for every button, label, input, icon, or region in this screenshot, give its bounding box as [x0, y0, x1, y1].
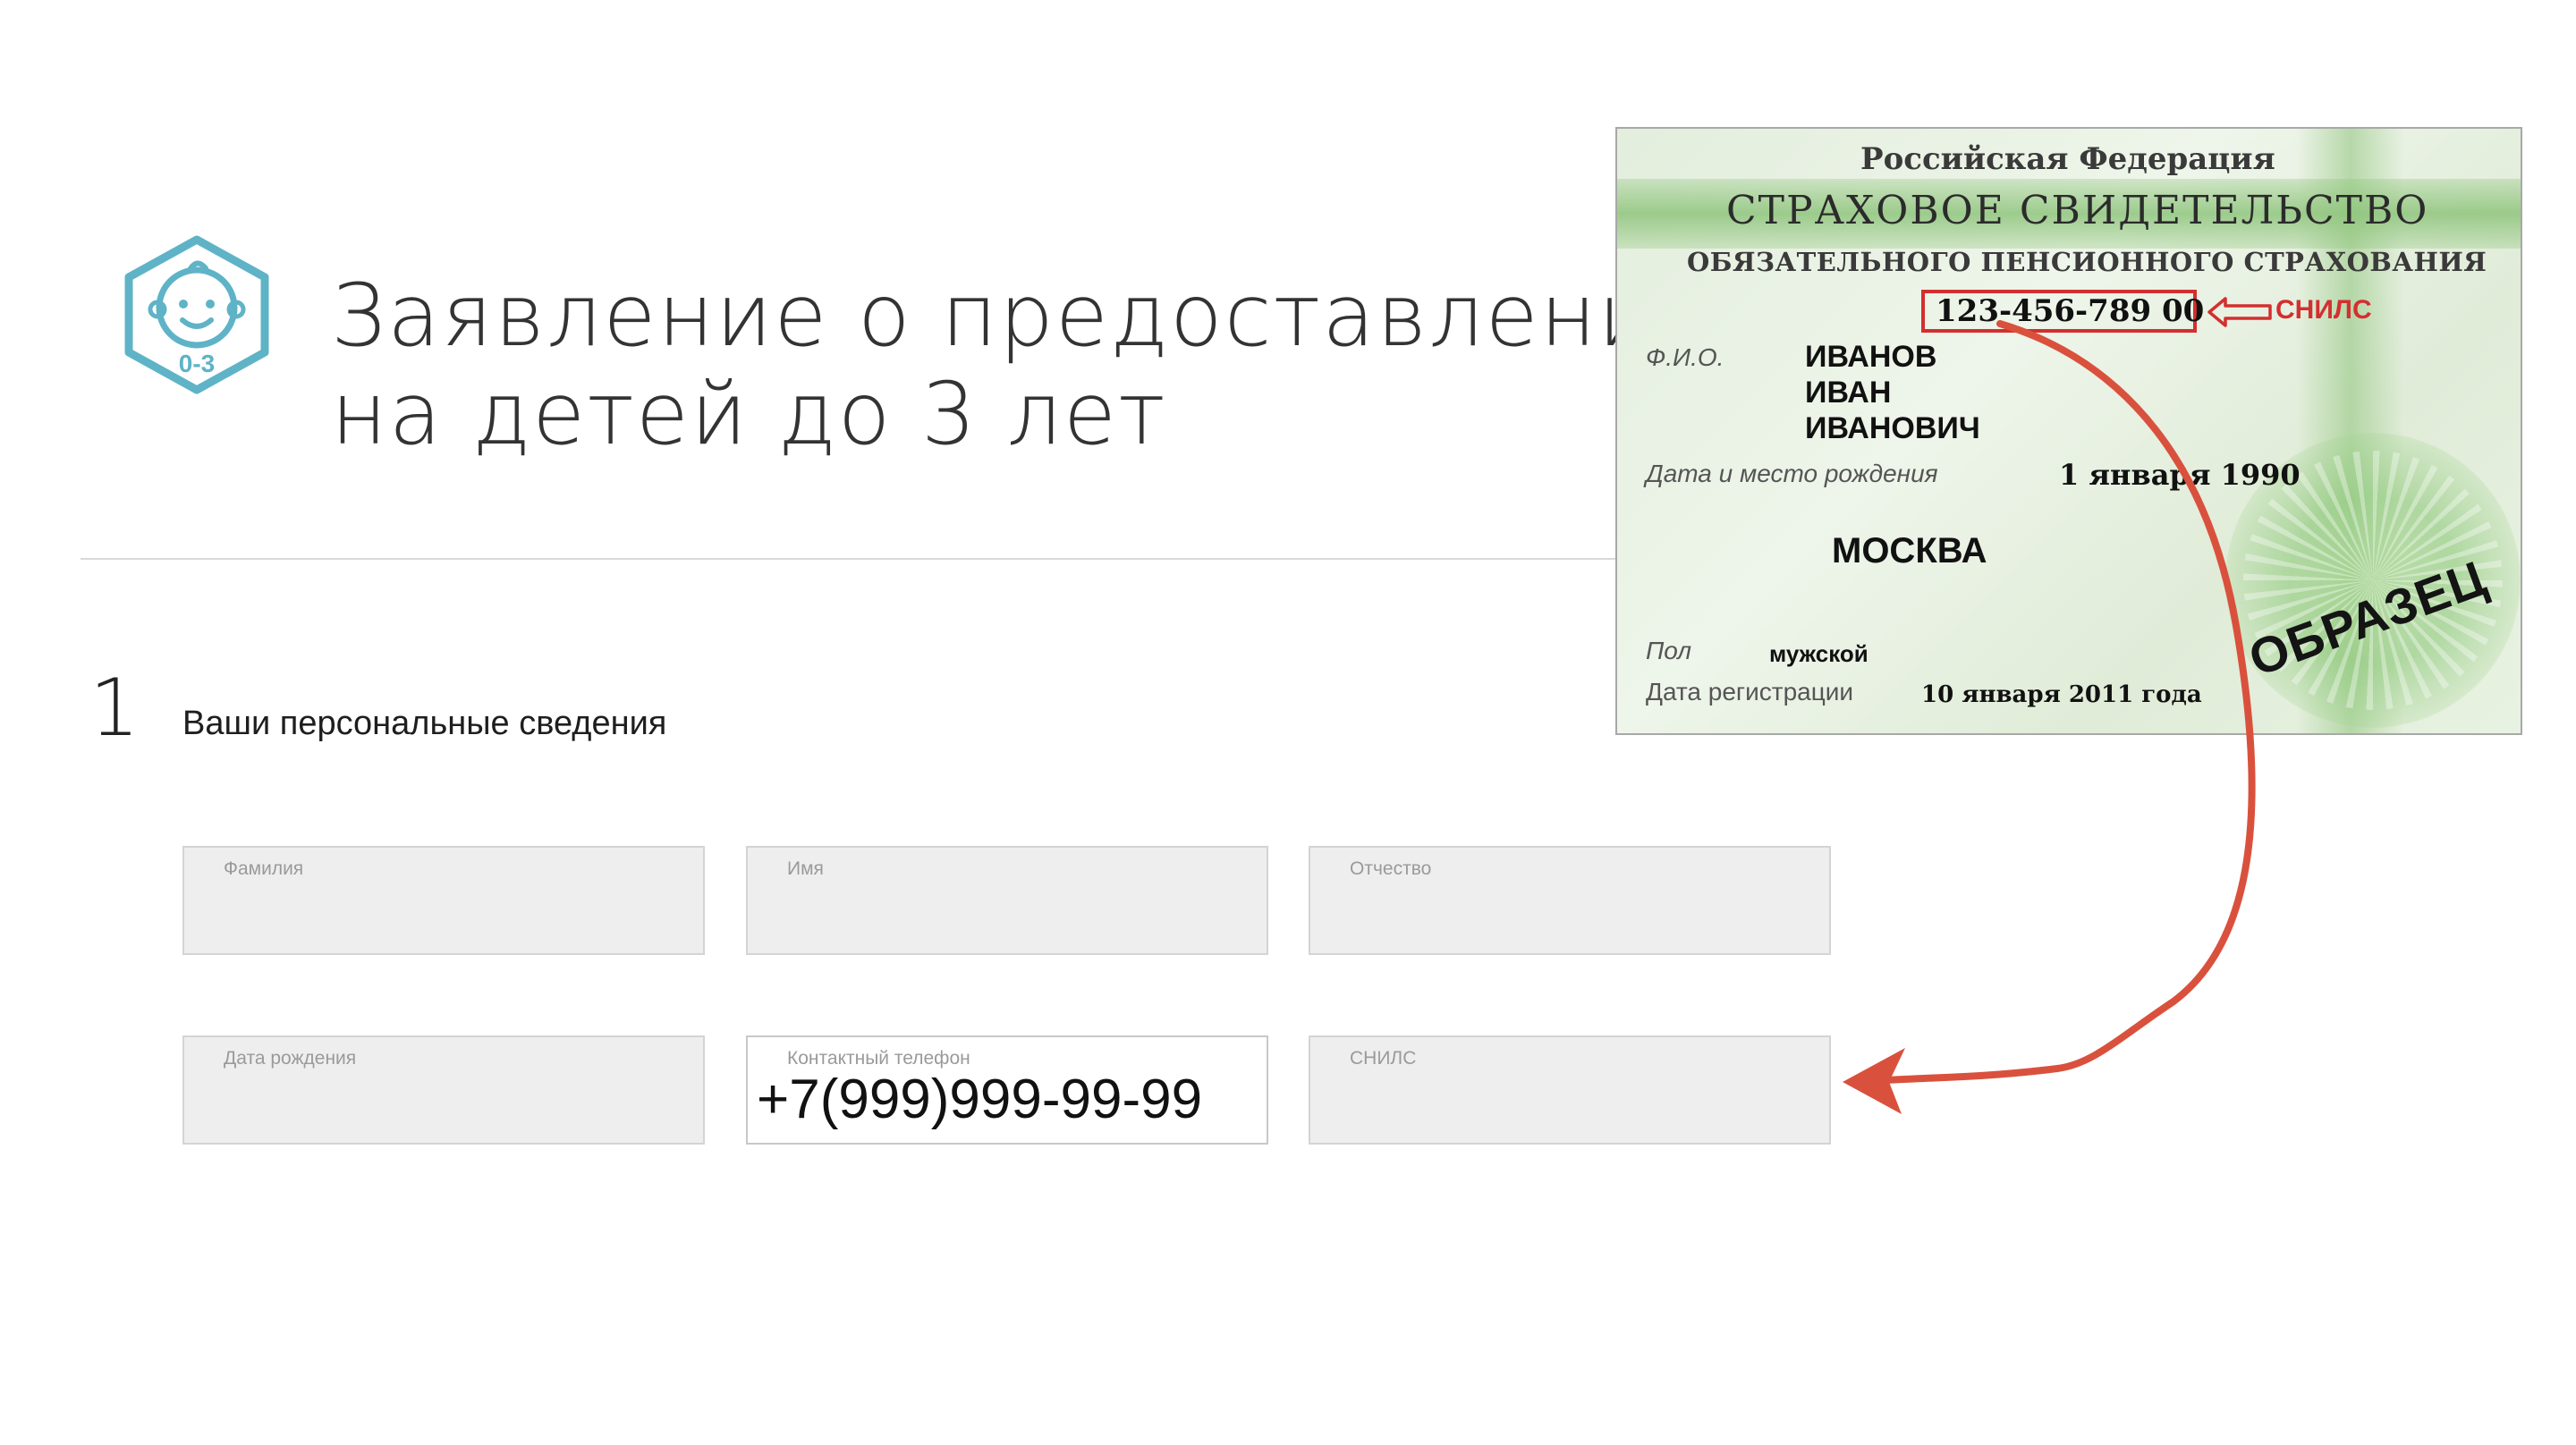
card-country: Российская Федерация [1860, 141, 2275, 177]
card-birth-label: Дата и место рождения [1646, 460, 1938, 487]
card-registration-label: Дата регистрации [1646, 678, 1854, 706]
card-subtitle: ОБЯЗАТЕЛЬНОГО ПЕНСИОННОГО СТРАХОВАНИЯ [1687, 247, 2487, 277]
field-label: СНИЛС [1350, 1048, 1417, 1069]
baby-face-hexagon-icon: 0-3 [124, 235, 269, 394]
first-name-input[interactable] [757, 878, 1258, 941]
service-logo: 0-3 [118, 234, 275, 395]
page-title: Заявление о предоставлении еж на детей д… [331, 266, 1878, 464]
first-name-field[interactable]: Имя [746, 846, 1268, 955]
phone-input[interactable] [757, 1068, 1258, 1130]
step-number: 1 [89, 662, 140, 754]
field-label: Отчество [1350, 858, 1432, 879]
patronymic-input[interactable] [1319, 878, 1820, 941]
field-label: Дата рождения [224, 1048, 357, 1069]
page-title-line1: Заявление о предоставлении еж [331, 266, 1878, 366]
snils-card-sample: Российская Федерация СТРАХОВОЕ СВИДЕТЕЛЬ… [1615, 127, 2522, 735]
field-label: Имя [787, 858, 824, 879]
last-name-field[interactable]: Фамилия [182, 846, 705, 955]
card-snils-callout: СНИЛС [2275, 295, 2372, 325]
card-registration-date: 10 января 2011 года [1921, 681, 2202, 708]
card-patronymic: ИВАНОВИЧ [1805, 411, 1980, 445]
card-last-name: ИВАНОВ [1805, 340, 1937, 374]
card-birth-date: 1 января 1990 [2059, 458, 2301, 492]
page-title-line2: на детей до 3 лет [331, 364, 1167, 464]
logo-caption: 0-3 [179, 350, 215, 377]
patronymic-field[interactable]: Отчество [1309, 846, 1831, 955]
header-divider [80, 558, 1869, 560]
card-fio-label: Ф.И.О. [1646, 343, 1724, 371]
card-title: СТРАХОВОЕ СВИДЕТЕЛЬСТВО [1726, 188, 2429, 233]
snils-input[interactable] [1319, 1068, 1820, 1130]
card-sex-label: Пол [1646, 637, 1692, 664]
last-name-input[interactable] [193, 878, 694, 941]
arrowhead-icon [1843, 1048, 1905, 1114]
field-label: Фамилия [224, 858, 304, 879]
field-label: Контактный телефон [787, 1048, 970, 1069]
card-snils-number: 123-456-789 00 [1936, 293, 2205, 329]
arrow-left-icon [2207, 297, 2272, 327]
card-sex: мужской [1769, 640, 1868, 667]
card-first-name: ИВАН [1805, 376, 1892, 410]
phone-field[interactable]: Контактный телефон [746, 1035, 1268, 1145]
birth-date-field[interactable]: Дата рождения [182, 1035, 705, 1145]
card-birth-place: МОСКВА [1832, 531, 1987, 570]
birth-date-input[interactable] [193, 1068, 694, 1130]
snils-field[interactable]: СНИЛС [1309, 1035, 1831, 1145]
section-title: Ваши персональные сведения [182, 705, 667, 742]
